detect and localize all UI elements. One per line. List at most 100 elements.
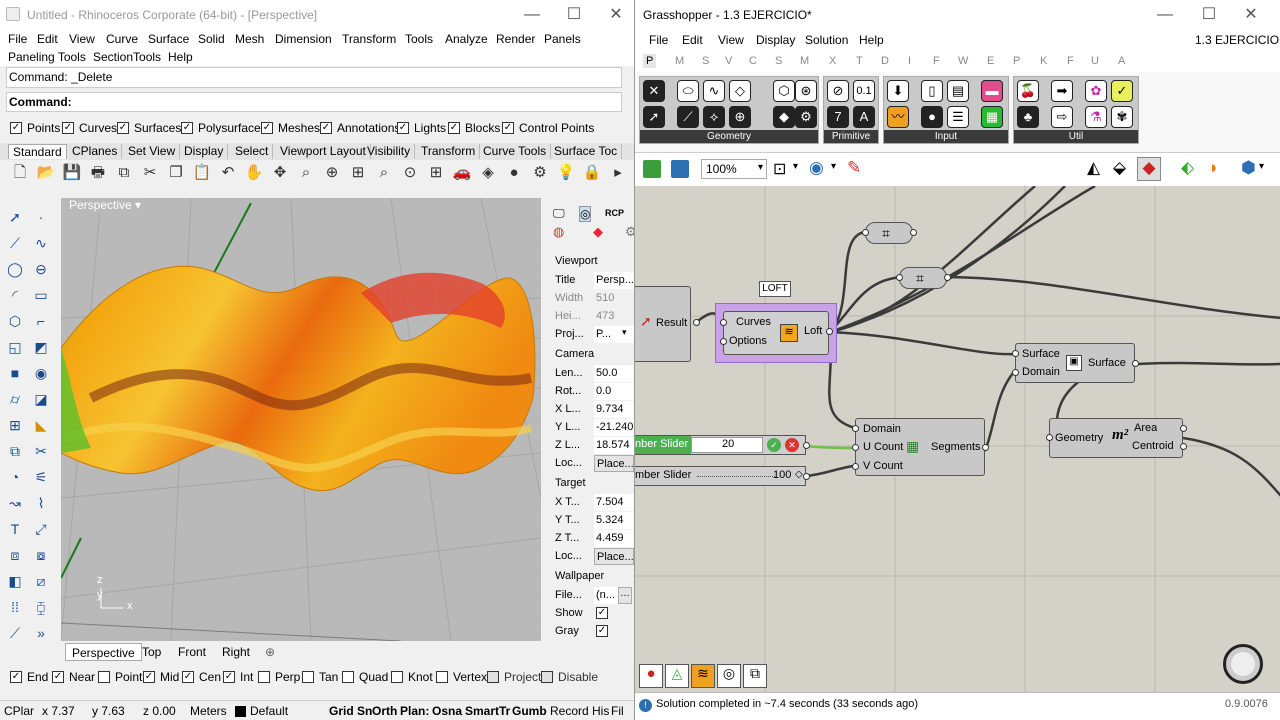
- undo-icon[interactable]: ↶: [218, 163, 238, 183]
- mesh-icon[interactable]: ⊞: [5, 415, 25, 435]
- status-osnap[interactable]: Osna: [432, 704, 462, 718]
- osnap-near[interactable]: ✓ Near: [52, 670, 95, 684]
- checkbox-box[interactable]: ✓: [320, 122, 332, 134]
- overflow-icon[interactable]: ▸: [608, 163, 628, 183]
- util-data-arrow-icon[interactable]: ⇨: [1051, 106, 1073, 128]
- checkbox-box[interactable]: [302, 671, 314, 683]
- circle-icon[interactable]: ◯: [5, 259, 25, 279]
- node-surface[interactable]: Surface Domain ▣ Surface: [1015, 343, 1135, 383]
- rotate-view-icon[interactable]: ✥: [270, 163, 290, 183]
- checkbox-box[interactable]: ✓: [448, 122, 460, 134]
- gh-menu-display[interactable]: Display: [756, 33, 795, 47]
- extrude-icon[interactable]: ◪: [31, 389, 51, 409]
- point-icon[interactable]: ·: [31, 207, 51, 227]
- filter-surfaces-checkbox[interactable]: ✓ Surfaces: [117, 121, 181, 135]
- gh-menu-view[interactable]: View: [718, 33, 744, 47]
- param-circle-icon[interactable]: ⬭: [677, 80, 699, 102]
- status-filter[interactable]: Fil: [611, 704, 624, 718]
- material-icon[interactable]: ◆: [593, 224, 603, 240]
- filter-polysurfaces-checkbox[interactable]: ✓ Polysurfaces: [181, 121, 267, 135]
- prop-title-field[interactable]: Persp...: [594, 272, 634, 289]
- status-planar[interactable]: Plan:: [400, 704, 429, 718]
- export-icon[interactable]: ⧉: [114, 163, 134, 183]
- polygon-icon[interactable]: ⬡: [5, 311, 25, 331]
- filter-annotations-checkbox[interactable]: ✓ Annotations: [320, 121, 400, 135]
- dimension-icon[interactable]: ⤢: [31, 519, 51, 539]
- dropdown-arrow-icon[interactable]: ▾: [622, 327, 627, 338]
- camera-panel-icon[interactable]: ◎: [579, 206, 592, 222]
- prop-projection-select[interactable]: P...: [594, 326, 634, 343]
- prop-xloc-field[interactable]: 9.734: [594, 401, 634, 418]
- param-geometry-icon[interactable]: ⚙: [795, 106, 817, 128]
- gh-sketch-icon[interactable]: ✎: [847, 158, 861, 178]
- filter-control-points-checkbox[interactable]: ✓ Control Points: [502, 121, 594, 135]
- slider-track[interactable]: [697, 476, 775, 477]
- surface-surface-port[interactable]: [1012, 350, 1019, 357]
- rectangle-icon[interactable]: ▭: [31, 285, 51, 305]
- layer-cube-icon[interactable]: ◧: [5, 571, 25, 591]
- array-icon[interactable]: ⁞⁞: [5, 597, 25, 617]
- properties-icon[interactable]: ⚙: [530, 163, 550, 183]
- cat-tab-vector[interactable]: V: [725, 55, 732, 67]
- segments-ucount-port[interactable]: [852, 444, 859, 451]
- tab-surface-tools[interactable]: Surface Toc: [550, 144, 623, 159]
- gh-colors-icon[interactable]: ◑: [1207, 158, 1217, 178]
- loft-output-port[interactable]: [826, 328, 833, 335]
- surface-output[interactable]: Surface: [1088, 357, 1126, 369]
- checkbox-box[interactable]: [342, 671, 354, 683]
- cat-tab-surface[interactable]: S: [775, 55, 782, 67]
- gh-preview-wire-icon[interactable]: ◭: [1087, 158, 1100, 178]
- vptab-top[interactable]: Top: [136, 643, 167, 661]
- block-icon[interactable]: ⧈: [5, 545, 25, 565]
- cat-tab-f[interactable]: F: [933, 55, 940, 67]
- status-gumball[interactable]: Gumb: [512, 704, 547, 718]
- prop-file-field[interactable]: (n...: [594, 587, 618, 604]
- checkbox-box[interactable]: [487, 671, 499, 683]
- cat-tab-transform[interactable]: T: [856, 55, 863, 67]
- join-icon[interactable]: ⌇: [31, 493, 51, 513]
- checkbox-box[interactable]: [436, 671, 448, 683]
- menu-transform[interactable]: Transform: [342, 32, 396, 46]
- param-vector-icon[interactable]: ➚: [643, 106, 665, 128]
- area-geometry-port[interactable]: [1046, 434, 1053, 441]
- checkbox-box[interactable]: [541, 671, 553, 683]
- surface-domain-port[interactable]: [1012, 369, 1019, 376]
- zoom-window-icon[interactable]: ⊕: [322, 163, 342, 183]
- status-units[interactable]: Meters: [190, 704, 227, 718]
- param-brep-icon[interactable]: ◆: [773, 106, 795, 128]
- browse-file-button[interactable]: …: [618, 587, 632, 604]
- checkbox-box[interactable]: [98, 671, 110, 683]
- menu-dimension[interactable]: Dimension: [275, 32, 332, 46]
- segments-input-domain[interactable]: Domain: [863, 423, 901, 435]
- util-tree-icon[interactable]: ♣: [1017, 106, 1039, 128]
- gh-maximize-button[interactable]: ☐: [1195, 4, 1223, 26]
- param-mid-output-port[interactable]: [944, 274, 951, 281]
- loft-input-curves[interactable]: Curves: [736, 316, 771, 328]
- segments-output[interactable]: Segments: [931, 441, 981, 453]
- cat-tab-curve[interactable]: C: [749, 55, 757, 67]
- menu-solid[interactable]: Solid: [198, 32, 225, 46]
- cat-tab-a[interactable]: A: [1118, 55, 1125, 67]
- cat-tab-params[interactable]: P: [643, 54, 657, 68]
- surface-input-surface[interactable]: Surface: [1022, 348, 1060, 360]
- gh-mesh-settings-icon[interactable]: ◎: [717, 664, 741, 688]
- input-gradient-icon[interactable]: ▬: [981, 80, 1003, 102]
- osnap-int[interactable]: ✓ Int: [223, 670, 253, 684]
- gh-minimize-button[interactable]: —: [1151, 4, 1179, 26]
- param-point-icon[interactable]: ✕: [643, 80, 665, 102]
- param-line-icon[interactable]: ⟋: [677, 106, 699, 128]
- node-loft[interactable]: Curves Options ≋ Loft: [723, 311, 829, 355]
- surface-points-icon[interactable]: ◱: [5, 337, 25, 357]
- checkbox-box[interactable]: ✓: [10, 671, 22, 683]
- filter-blocks-checkbox[interactable]: ✓ Blocks: [448, 121, 500, 135]
- slider-grip-icon[interactable]: ◇: [795, 469, 803, 480]
- filter-curves-checkbox[interactable]: ✓ Curves: [62, 121, 117, 135]
- minimize-button[interactable]: —: [518, 4, 546, 26]
- filter-meshes-checkbox[interactable]: ✓ Meshes: [261, 121, 320, 135]
- menu-file[interactable]: File: [8, 32, 27, 46]
- paste-icon[interactable]: 📋: [192, 163, 212, 183]
- zoom-extents-icon[interactable]: ⊞: [348, 163, 368, 183]
- node-param-top[interactable]: ⌗: [865, 222, 913, 244]
- shade-icon[interactable]: ◈: [478, 163, 498, 183]
- menu-surface[interactable]: Surface: [148, 32, 189, 46]
